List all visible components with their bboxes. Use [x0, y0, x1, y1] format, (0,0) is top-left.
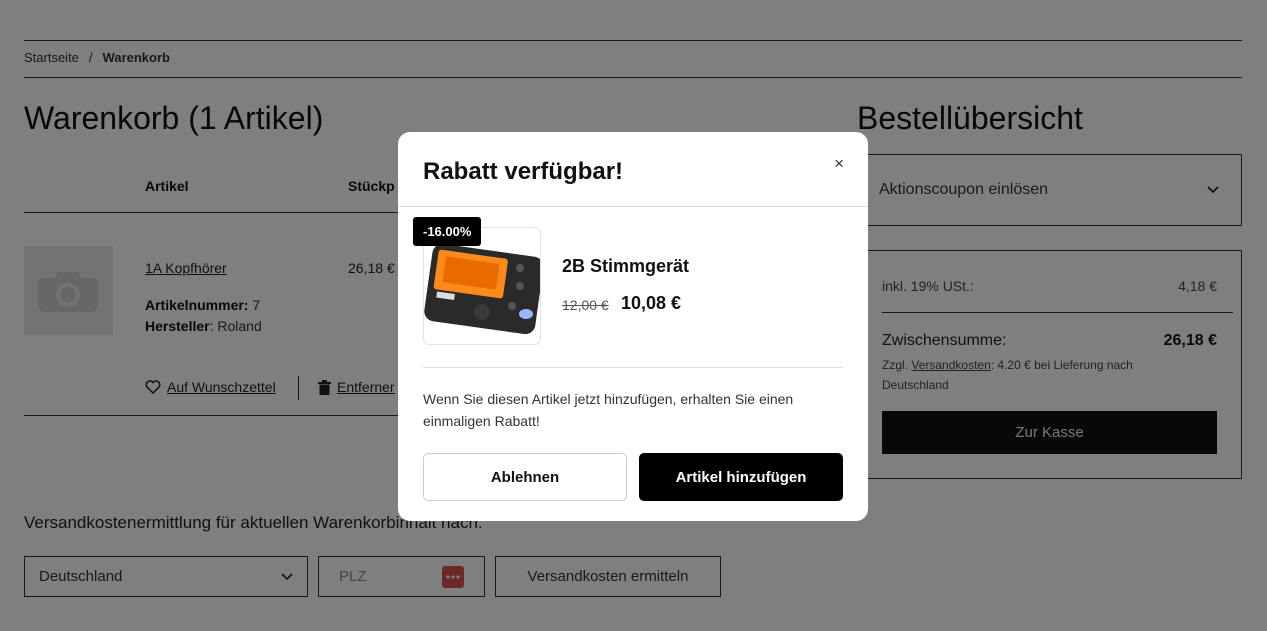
add-item-button[interactable]: Artikel hinzufügen	[639, 453, 843, 501]
close-icon[interactable]: ×	[834, 154, 844, 174]
offer-product-name: 2B Stimmgerät	[562, 256, 690, 276]
discount-modal: Rabatt verfügbar! × -16.00% 2B Stimmgerä…	[398, 132, 868, 521]
offer-old-price: 12,00 €	[562, 297, 609, 313]
offer-new-price: 10,08 €	[621, 293, 682, 313]
decline-label: Ablehnen	[490, 468, 560, 486]
discount-badge: -16.00%	[413, 217, 482, 246]
decline-button[interactable]: Ablehnen	[423, 453, 627, 501]
modal-description: Wenn Sie diesen Artikel jetzt hinzufügen…	[423, 391, 794, 429]
modal-header-divider	[398, 206, 868, 207]
modal-title: Rabatt verfügbar!	[423, 158, 624, 185]
add-item-label: Artikel hinzufügen	[675, 468, 807, 486]
modal-inner-divider	[423, 367, 843, 368]
